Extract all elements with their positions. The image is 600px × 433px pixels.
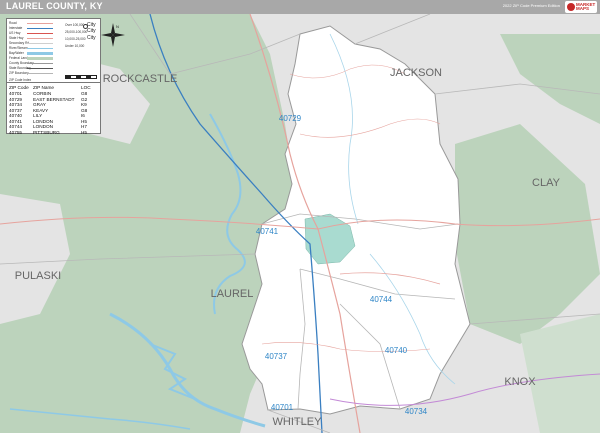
zip-header-code: ZIP Code [9, 85, 29, 90]
zip-loc: G8 [81, 91, 88, 96]
map-frame: LAUREL COUNTY, KY 2022 ZIP Code Premium … [0, 0, 600, 433]
zip-name: GRAY [33, 102, 46, 107]
table-row: 40701 CORBIN G8 [9, 91, 98, 96]
county-label-clay: CLAY [532, 177, 561, 189]
legend-pop-4: Under 10,000 [65, 44, 85, 48]
table-row: 40744 LONDON H7 [9, 124, 98, 129]
county-label-jackson: JACKSON [390, 67, 442, 79]
legend-swatch-interstate [27, 28, 53, 29]
county-label-pulaski: PULASKI [15, 270, 61, 282]
table-row: 40741 LONDON H5 [9, 119, 98, 124]
zip-loc: H5 [81, 118, 87, 124]
zip-name: PITTSBURG [33, 129, 60, 135]
county-label-rockcastle: ROCKCASTLE [103, 73, 178, 85]
zip-code: 40741 [9, 118, 23, 124]
zip-code: 40701 [9, 91, 23, 96]
legend-pop-3: 10,000-25,000 [65, 37, 86, 41]
county-label-knox: KNOX [504, 376, 536, 388]
zip-loc: K9 [81, 102, 87, 107]
legend-swatch-water [27, 52, 53, 55]
brand-logo: MARKET MAPS [565, 1, 597, 13]
compass-north-label: N [116, 24, 119, 29]
zip-label-40737: 40737 [265, 352, 288, 361]
zip-code: 40740 [9, 113, 23, 118]
zip-code: 40737 [9, 107, 23, 113]
legend-swatch-zip-boundary [27, 73, 53, 74]
zip-code-table: ZIP Code ZIP Name LOC 40701 CORBIN G8 40… [6, 82, 101, 135]
legend-city-label-2: City [87, 28, 96, 34]
legend-swatch-federal-land [27, 57, 53, 60]
compass-rose-icon: N [101, 23, 125, 47]
zip-label-40729: 40729 [279, 114, 302, 123]
zip-header-loc: LOC [81, 85, 91, 90]
legend-swatch-county-boundary [27, 63, 53, 64]
zip-name: LONDON [33, 118, 54, 124]
title-bar: LAUREL COUNTY, KY 2022 ZIP Code Premium … [0, 0, 600, 14]
brand-logo-icon [567, 3, 575, 11]
legend-item-road: Road [9, 21, 17, 25]
legend-item-zip-boundary: ZIP Boundary [9, 71, 29, 75]
map-legend: Road Interstate US Hwy State Hwy Seconda… [6, 18, 101, 84]
legend-swatch-road [27, 23, 53, 24]
legend-pop-1: Over 100,000 [65, 23, 85, 27]
zip-loc: I6 [81, 113, 85, 118]
table-row: 40734 GRAY K9 [9, 102, 98, 107]
legend-city-label-3: City [87, 35, 96, 41]
legend-item-state-hwy: State Hwy [9, 36, 24, 40]
zip-label-40734: 40734 [405, 407, 428, 416]
legend-swatch-river [27, 48, 53, 49]
legend-item-water: Bay/Water [9, 51, 24, 55]
legend-swatch-us-hwy [27, 33, 53, 34]
legend-item-federal-land: Federal Land [9, 56, 28, 60]
zip-table-header: ZIP Code ZIP Name LOC [9, 85, 98, 90]
map-title: LAUREL COUNTY, KY [6, 1, 103, 11]
zip-name: CORBIN [33, 91, 52, 96]
legend-item-interstate: Interstate [9, 26, 23, 30]
zip-label-40741: 40741 [256, 227, 279, 236]
zip-name: LILY [33, 113, 43, 118]
zip-code: 40755 [9, 129, 23, 135]
zip-label-40744: 40744 [370, 295, 393, 304]
legend-swatch-state-boundary [27, 68, 53, 69]
zip-code: 40744 [9, 124, 23, 129]
legend-item-us-hwy: US Hwy [9, 31, 21, 35]
zip-code: 40734 [9, 102, 23, 107]
legend-item-river: River/Stream [9, 46, 28, 50]
zip-name: LONDON [33, 124, 54, 129]
zip-label-40740: 40740 [385, 346, 408, 355]
zip-name: EAST BERNSTADT [33, 96, 75, 102]
legend-swatch-state-hwy [27, 38, 53, 39]
zip-label-40701: 40701 [271, 403, 294, 412]
zip-loc: G8 [81, 107, 88, 113]
zip-header-name: ZIP Name [33, 85, 55, 90]
county-label-laurel: LAUREL [211, 288, 254, 300]
zip-name: KEAVY [33, 107, 49, 113]
zip-loc: H7 [81, 124, 87, 129]
zip-code: 40729 [9, 96, 23, 102]
zip-loc: G2 [81, 96, 88, 102]
table-row: 40755 PITTSBURG H5 [9, 130, 98, 135]
table-row: 40737 KEAVY G8 [9, 108, 98, 113]
legend-swatch-secondary-rd [27, 43, 53, 44]
legend-pop-2: 25,000-100,000 [65, 30, 88, 34]
scale-bar [65, 75, 97, 79]
brand-name: MARKET MAPS [576, 2, 596, 11]
table-row: 40729 EAST BERNSTADT G2 [9, 97, 98, 102]
county-label-whitley: WHITLEY [273, 416, 323, 428]
edition-label: 2022 ZIP Code Premium Edition [502, 3, 560, 8]
zip-loc: H5 [81, 129, 87, 135]
table-row: 40740 LILY I6 [9, 113, 98, 118]
